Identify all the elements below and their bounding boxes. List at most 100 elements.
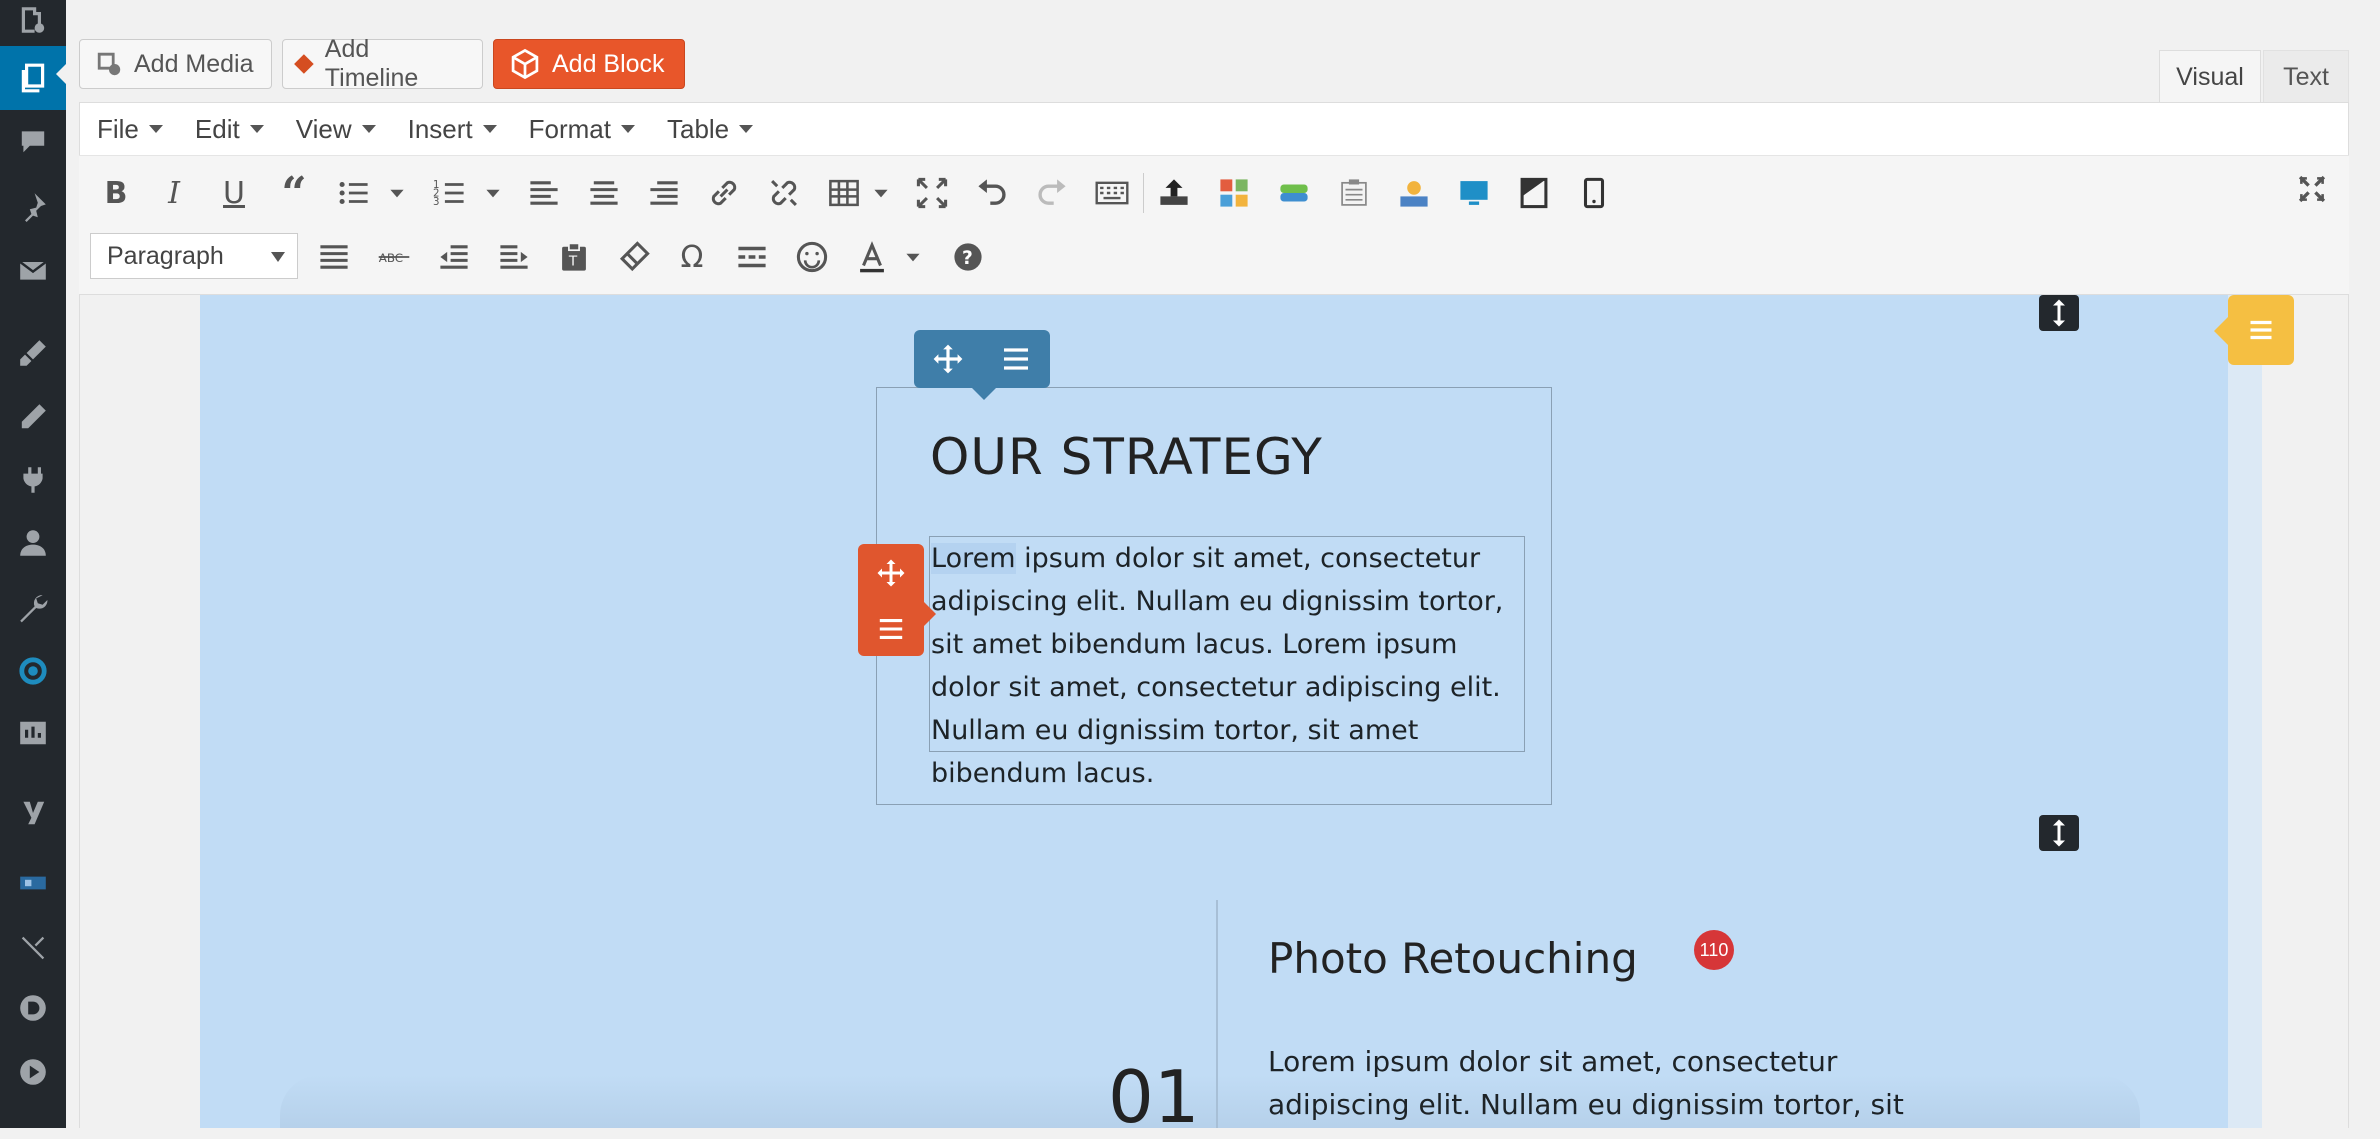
mobile-icon[interactable] xyxy=(1570,169,1618,217)
menu-file-label: File xyxy=(97,113,139,144)
fullscreen-icon[interactable] xyxy=(908,169,956,217)
menu-icon[interactable] xyxy=(999,344,1033,374)
resize-handle[interactable] xyxy=(2039,815,2079,851)
add-timeline-button[interactable]: Add Timeline xyxy=(282,35,483,92)
notification-badge: 110 xyxy=(1694,930,1734,970)
tab-visual-label: Visual xyxy=(2176,63,2244,91)
clipboard-icon[interactable] xyxy=(1330,169,1378,217)
menu-file[interactable]: File xyxy=(97,114,163,145)
chevron-down-icon xyxy=(148,125,163,133)
timeline-diamond-icon xyxy=(294,54,314,74)
redo-icon[interactable] xyxy=(1028,169,1076,217)
chevron-down-icon[interactable] xyxy=(870,169,892,217)
menu-edit-label: Edit xyxy=(194,113,240,144)
unlink-icon[interactable] xyxy=(760,169,808,217)
wrench-cross-icon[interactable] xyxy=(0,920,66,976)
slider-icon[interactable] xyxy=(0,855,66,911)
outdent-icon[interactable] xyxy=(430,233,478,281)
user-card-icon[interactable] xyxy=(1390,169,1438,217)
menu-edit[interactable]: Edit xyxy=(195,114,264,145)
eraser-icon[interactable] xyxy=(610,233,658,281)
numbered-list-icon[interactable]: 123 xyxy=(426,169,474,217)
appearance-icon[interactable] xyxy=(0,325,66,381)
tools-icon[interactable] xyxy=(0,580,66,636)
bullet-list-icon[interactable] xyxy=(330,169,378,217)
media-icon[interactable] xyxy=(0,0,66,40)
chevron-down-icon[interactable] xyxy=(902,233,924,281)
tab-visual[interactable]: Visual xyxy=(2159,50,2261,104)
yoast-icon[interactable] xyxy=(0,785,66,841)
strikethrough-icon[interactable]: ABC xyxy=(370,233,418,281)
align-right-icon[interactable] xyxy=(640,169,688,217)
justify-icon[interactable] xyxy=(310,233,358,281)
add-media-label: Add Media xyxy=(134,49,254,78)
element-toolbar[interactable] xyxy=(858,544,936,656)
add-block-button[interactable]: Add Block xyxy=(493,39,685,89)
add-media-button[interactable]: Add Media xyxy=(79,39,272,89)
emoji-icon[interactable] xyxy=(788,233,836,281)
play-icon[interactable] xyxy=(0,1044,66,1100)
text-color-icon[interactable] xyxy=(848,233,896,281)
menu-insert[interactable]: Insert xyxy=(408,114,497,145)
mail-icon[interactable] xyxy=(0,242,66,298)
table-icon[interactable] xyxy=(820,169,868,217)
step-number[interactable]: 01 xyxy=(1108,1055,1200,1139)
menu-view[interactable]: View xyxy=(296,114,376,145)
strategy-paragraph[interactable]: Lorem ipsum dolor sit amet, consectetur … xyxy=(931,537,1531,795)
undo-icon[interactable] xyxy=(968,169,1016,217)
chevron-down-icon[interactable] xyxy=(386,169,408,217)
pin-icon[interactable] xyxy=(0,178,66,234)
indent-icon[interactable] xyxy=(490,233,538,281)
blocks-icon[interactable] xyxy=(1210,169,1258,217)
upload-icon[interactable] xyxy=(1150,169,1198,217)
desktop-icon[interactable] xyxy=(1450,169,1498,217)
link-icon[interactable] xyxy=(700,169,748,217)
resize-handle[interactable] xyxy=(2039,295,2079,331)
special-character-icon[interactable]: Ω xyxy=(668,233,716,281)
refresh-icon[interactable] xyxy=(0,643,66,699)
align-left-icon[interactable] xyxy=(520,169,568,217)
pages-icon[interactable] xyxy=(0,46,66,110)
plugins-icon[interactable] xyxy=(0,452,66,508)
svg-text:3: 3 xyxy=(433,197,439,208)
selected-word: Lorem xyxy=(931,543,1016,574)
move-icon[interactable] xyxy=(876,558,906,588)
divi-icon[interactable] xyxy=(0,980,66,1036)
menu-format-label: Format xyxy=(528,113,611,144)
editor-menubar: File Edit View Insert Format Table xyxy=(79,103,2349,155)
tablet-icon[interactable] xyxy=(1510,169,1558,217)
menu-icon[interactable] xyxy=(2244,315,2278,345)
strategy-heading[interactable]: OUR STRATEGY xyxy=(930,428,1323,486)
layers-icon[interactable] xyxy=(1270,169,1318,217)
help-icon[interactable]: ? xyxy=(944,233,992,281)
bold-icon[interactable]: B xyxy=(92,169,140,217)
underline-icon[interactable]: U xyxy=(210,169,258,217)
format-select[interactable]: Paragraph xyxy=(90,233,298,279)
align-center-icon[interactable] xyxy=(580,169,628,217)
svg-text:?: ? xyxy=(962,248,973,269)
service-paragraph[interactable]: Lorem ipsum dolor sit amet, consectetur … xyxy=(1268,1040,1968,1126)
menu-format[interactable]: Format xyxy=(529,114,635,145)
paste-text-icon[interactable]: T xyxy=(550,233,598,281)
analytics-icon[interactable] xyxy=(0,705,66,761)
users-icon[interactable] xyxy=(0,515,66,571)
distraction-free-icon[interactable] xyxy=(2288,165,2336,213)
cube-icon xyxy=(511,48,539,80)
row-toolbar[interactable] xyxy=(2214,295,2294,365)
service-heading[interactable]: Photo Retouching xyxy=(1268,934,1638,983)
vertical-resize-icon xyxy=(2053,819,2065,847)
menu-icon[interactable] xyxy=(875,615,907,643)
chevron-down-icon[interactable] xyxy=(482,169,504,217)
comments-icon[interactable] xyxy=(0,113,66,169)
add-block-label: Add Block xyxy=(552,49,665,78)
block-toolbar[interactable] xyxy=(914,330,1050,400)
keyboard-icon[interactable] xyxy=(1088,169,1136,217)
pencil-icon[interactable] xyxy=(0,389,66,445)
admin-sidebar xyxy=(0,0,66,1128)
horizontal-line-icon[interactable] xyxy=(728,233,776,281)
move-icon[interactable] xyxy=(932,343,964,375)
blockquote-icon[interactable]: “ xyxy=(270,168,318,219)
tab-text[interactable]: Text xyxy=(2263,50,2349,104)
menu-table[interactable]: Table xyxy=(667,114,754,145)
italic-icon[interactable]: I xyxy=(150,169,198,217)
